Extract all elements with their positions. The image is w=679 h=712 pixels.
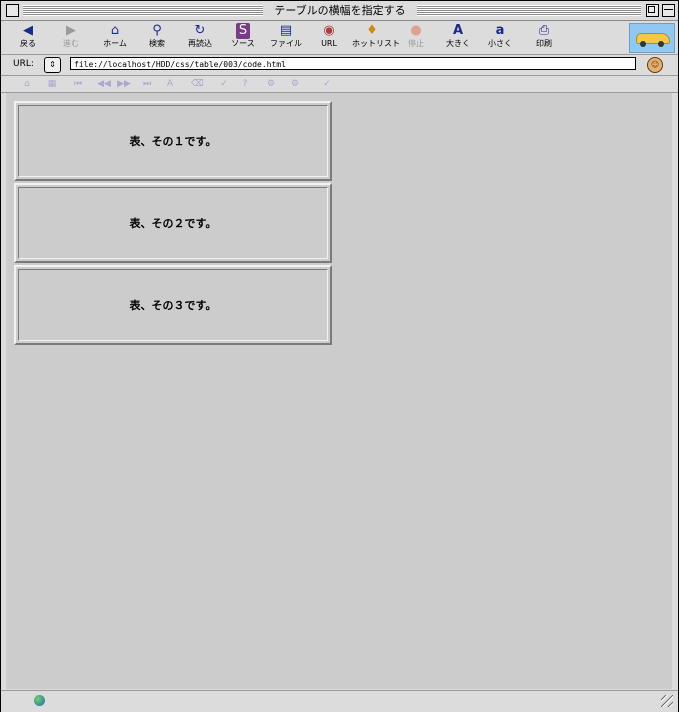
page-content: 表、その１です。 表、その２です。 表、その３です。	[6, 93, 672, 689]
home-button[interactable]: ⌂ ホーム	[95, 23, 135, 53]
url-field-label: URL:	[13, 59, 34, 69]
table-cell: 表、その３です。	[18, 269, 328, 341]
windowshade-box[interactable]	[662, 4, 675, 17]
bigger-text-icon: A	[452, 23, 464, 38]
bigger-text-button[interactable]: A 大きく	[438, 23, 478, 53]
url-button[interactable]: ◉ URL	[309, 23, 349, 53]
nav-prev-icon: ◀◀	[97, 79, 111, 89]
nav-author-icon: A	[166, 79, 174, 89]
title-bar[interactable]: テーブルの横幅を指定する	[1, 1, 678, 21]
title-stripes-left	[23, 5, 263, 16]
back-icon: ◀	[23, 23, 33, 38]
globe-icon	[34, 695, 45, 706]
resize-handle[interactable]	[661, 695, 673, 707]
home-label: ホーム	[103, 39, 127, 48]
bigger-text-label: 大きく	[446, 39, 470, 48]
forward-label: 進む	[63, 39, 79, 48]
url-input[interactable]: file://localhost/HDD/css/table/003/code.…	[70, 57, 636, 70]
reload-icon: ↻	[194, 23, 206, 38]
table-cell: 表、その２です。	[18, 187, 328, 259]
print-button[interactable]: ⎙ 印刷	[524, 23, 564, 53]
nav-home-icon: ⌂	[24, 79, 30, 89]
title-stripes-right	[417, 5, 641, 16]
hotlist-icon: ♦	[366, 23, 378, 38]
close-box[interactable]	[6, 4, 19, 17]
url-icon: ◉	[323, 23, 335, 38]
hotlist-label: ホットリスト	[352, 39, 400, 48]
search-icon: ⚲	[152, 23, 162, 38]
nav-check-icon: ✓	[220, 79, 228, 89]
source-icon: S	[236, 23, 250, 39]
nav-first-icon: ⏮	[73, 79, 83, 89]
url-history-stepper[interactable]: ⇕	[44, 57, 61, 73]
back-label: 戻る	[20, 39, 36, 48]
table-2: 表、その２です。	[14, 183, 332, 263]
nav-check-icon: ✓	[323, 79, 331, 89]
reload-label: 再読込	[188, 39, 212, 48]
window-title: テーブルの横幅を指定する	[263, 3, 417, 18]
browser-window: テーブルの横幅を指定する ◀ 戻る ▶ 進む ⌂ ホーム ⚲ 検索 ↻ 再読込 …	[0, 0, 679, 712]
url-label: URL	[321, 39, 337, 48]
status-bar	[1, 690, 678, 712]
file-icon: ▤	[279, 23, 293, 38]
back-button[interactable]: ◀ 戻る	[8, 23, 48, 53]
nav-settings-icon: ⚙	[290, 79, 300, 89]
browser-logo[interactable]	[629, 23, 675, 53]
forward-icon: ▶	[66, 23, 76, 38]
nav-toc-icon: ▦	[47, 79, 57, 89]
car-wheel-icon	[640, 41, 646, 47]
table-1: 表、その１です。	[14, 101, 332, 181]
nav-next-icon: ▶▶	[117, 79, 131, 89]
nav-index-icon: ⌫	[191, 79, 204, 89]
search-label: 検索	[149, 39, 165, 48]
table-cell: 表、その１です。	[18, 105, 328, 177]
nav-help-icon: ?	[242, 79, 248, 89]
nav-last-icon: ⏭	[142, 79, 152, 89]
source-button[interactable]: S ソース	[223, 23, 263, 53]
car-wheel-icon	[658, 41, 664, 47]
table-3: 表、その３です。	[14, 265, 332, 345]
file-label: ファイル	[270, 39, 302, 48]
reload-button[interactable]: ↻ 再読込	[180, 23, 220, 53]
source-label: ソース	[231, 39, 255, 48]
smaller-text-button[interactable]: a 小さく	[480, 23, 520, 53]
nav-settings-icon: ⚙	[266, 79, 276, 89]
stop-button[interactable]: ● 停止	[396, 23, 436, 53]
search-button[interactable]: ⚲ 検索	[137, 23, 177, 53]
smaller-text-label: 小さく	[488, 39, 512, 48]
zoom-box[interactable]	[646, 4, 659, 17]
smiley-icon[interactable]: ☺	[647, 57, 663, 73]
smaller-text-icon: a	[495, 23, 505, 38]
navigation-bar: ⌂ ▦ ⏮ ◀◀ ▶▶ ⏭ A ⌫ ✓ ? ⚙ ⚙ ✓	[1, 76, 678, 93]
hotlist-button[interactable]: ♦ ホットリスト	[352, 23, 400, 53]
stop-icon: ●	[410, 23, 422, 38]
print-label: 印刷	[536, 39, 552, 48]
toolbar: ◀ 戻る ▶ 進む ⌂ ホーム ⚲ 検索 ↻ 再読込 S ソース ▤ ファイル …	[1, 21, 678, 55]
home-icon: ⌂	[110, 23, 120, 38]
file-button[interactable]: ▤ ファイル	[266, 23, 306, 53]
forward-button[interactable]: ▶ 進む	[51, 23, 91, 53]
url-bar: URL: ⇕ file://localhost/HDD/css/table/00…	[1, 55, 678, 76]
print-icon: ⎙	[538, 23, 550, 38]
stop-label: 停止	[408, 39, 424, 48]
